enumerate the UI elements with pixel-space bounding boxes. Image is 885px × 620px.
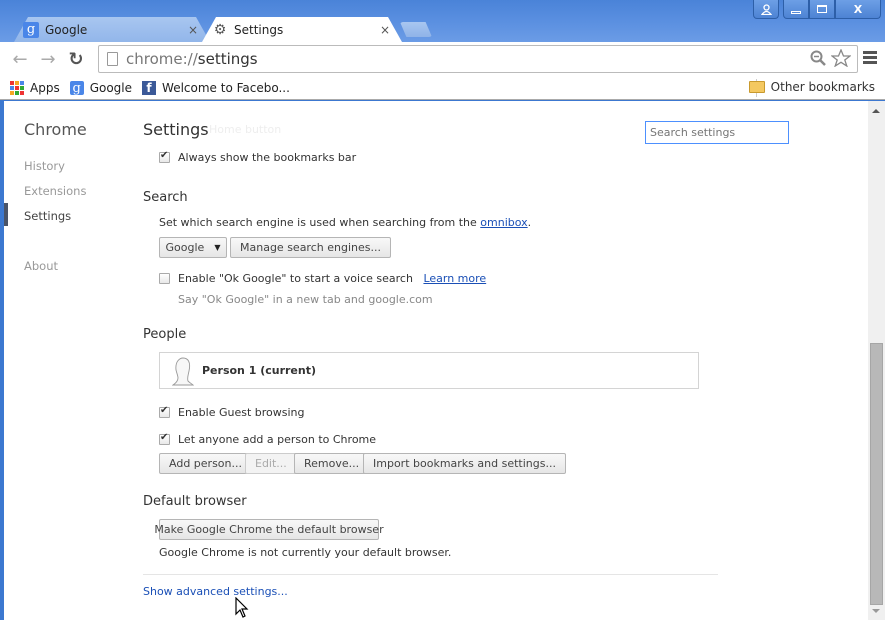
ok-google-hint: Say "Ok Google" in a new tab and google.… [178,293,433,306]
section-title-people: People [143,327,187,342]
folder-icon [748,81,765,93]
guest-browsing-option[interactable]: Enable Guest browsing [159,405,305,419]
search-description: Set which search engine is used when sea… [159,216,531,229]
forward-arrow-icon: → [40,48,56,70]
description-end: . [527,216,532,229]
guest-browsing-checkbox[interactable] [159,405,170,418]
checkbox-label: Always show the bookmarks bar [178,151,357,164]
maximize-icon [817,5,827,13]
forward-button[interactable]: → [34,45,62,73]
sidebar-selection-indicator [4,203,8,226]
scroll-down-arrow-icon[interactable] [872,609,880,613]
google-icon: g [23,21,39,38]
edit-person-button[interactable]: Edit... [245,453,297,474]
bookmark-facebook[interactable]: f Welcome to Facebo... [142,80,290,95]
page-title: Settings [143,120,209,139]
import-bookmarks-button[interactable]: Import bookmarks and settings... [363,453,566,474]
profile-button[interactable] [753,0,779,19]
omnibox-link[interactable]: omnibox [480,216,527,229]
checkbox-label: Enable Guest browsing [178,406,305,419]
show-advanced-settings-link[interactable]: Show advanced settings... [143,585,288,598]
ok-google-checkbox[interactable] [159,273,170,284]
manage-search-engines-button[interactable]: Manage search engines... [230,237,391,258]
tab-settings[interactable]: ⚙ Settings × [202,17,402,42]
browser-window: X g Google × ⚙ Settings × ← → ↻ chrome:/… [0,0,885,620]
learn-more-link[interactable]: Learn more [423,272,486,285]
add-person-option[interactable]: Let anyone add a person to Chrome [159,432,377,446]
bookmark-label: Welcome to Facebo... [162,80,290,95]
sidebar-item-extensions[interactable]: Extensions [24,184,86,198]
bookmarks-bar-checkbox[interactable] [159,150,170,163]
url-path: settings [197,50,258,68]
chrome-menu-icon[interactable] [863,51,877,66]
search-settings-input[interactable] [645,121,789,144]
url-text: chrome://settings [126,50,258,68]
vertical-scrollbar[interactable] [868,101,885,620]
bookmark-label: Apps [30,80,60,95]
dropdown-value: Google [165,241,205,254]
add-person-checkbox[interactable] [159,432,170,445]
checkbox-label: Enable "Ok Google" to start a voice sear… [178,272,413,285]
make-default-browser-button[interactable]: Make Google Chrome the default browser [154,519,384,540]
reload-button[interactable]: ↻ [62,45,90,73]
search-engine-dropdown[interactable]: Google ▼ [159,237,227,258]
bookmark-google[interactable]: g Google [69,80,133,96]
avatar-icon [172,357,194,385]
ok-google-option[interactable]: Enable "Ok Google" to start a voice sear… [159,272,486,285]
back-button[interactable]: ← [6,45,34,73]
minimize-button[interactable] [783,0,809,19]
maximize-button[interactable] [809,0,835,19]
person-list-item[interactable]: Person 1 (current) [159,352,699,389]
add-person-button[interactable]: Add person... [159,453,252,474]
tab-title: Settings [234,22,284,37]
checkbox-label: Let anyone add a person to Chrome [178,433,377,446]
omnibox-actions [809,49,851,67]
person-name: Person 1 (current) [202,364,317,377]
apps-grid-icon [10,80,24,95]
tab-google[interactable]: g Google × [14,17,210,42]
sidebar-item-settings[interactable]: Settings [24,209,71,223]
user-icon [760,3,772,15]
dropdown-arrow-icon: ▼ [214,243,221,252]
reload-icon: ↻ [68,48,84,70]
google-icon: g [69,80,84,96]
scrolled-section-ghost: Home button [209,123,282,136]
section-divider [143,574,718,575]
sidebar-title: Chrome [24,120,87,139]
bookmark-star-icon[interactable] [831,49,851,67]
toolbar: ← → ↻ chrome://settings [0,42,885,76]
section-title-search: Search [143,190,188,205]
bookmark-label: Google [89,80,133,95]
back-arrow-icon: ← [12,48,28,70]
bookmarks-bar-option[interactable]: Always show the bookmarks bar [159,150,357,164]
tab-close-button[interactable]: × [380,23,390,37]
address-bar[interactable]: chrome://settings [98,45,858,73]
remove-person-button[interactable]: Remove... [294,453,370,474]
sidebar: Chrome History Extensions Settings About [4,101,134,620]
other-bookmarks[interactable]: Other bookmarks [748,80,875,94]
zoom-out-icon[interactable] [809,49,827,67]
description-text: Set which search engine is used when sea… [159,216,477,229]
page-icon [107,52,118,66]
facebook-icon: f [142,80,157,95]
tab-close-button[interactable]: × [188,23,198,37]
default-browser-status: Google Chrome is not currently your defa… [159,546,452,559]
other-bookmarks-label: Other bookmarks [770,80,875,94]
bookmark-apps[interactable]: Apps [10,80,60,95]
minimize-icon [791,10,801,14]
mouse-cursor-icon [235,597,249,618]
scrollbar-thumb[interactable] [870,343,883,605]
close-icon: X [853,2,863,16]
sidebar-item-about[interactable]: About [24,259,58,273]
settings-page: Chrome History Extensions Settings About… [4,101,885,620]
url-scheme: chrome:// [126,50,198,68]
tab-title: Google [45,22,88,37]
gear-icon: ⚙ [213,21,227,38]
bookmarks-bar: Apps g Google f Welcome to Facebo... Oth… [0,76,885,100]
scroll-up-arrow-icon[interactable] [872,109,880,113]
close-window-button[interactable]: X [835,0,881,19]
section-title-default-browser: Default browser [143,494,247,509]
window-controls: X [753,0,881,19]
sidebar-item-history[interactable]: History [24,159,65,173]
